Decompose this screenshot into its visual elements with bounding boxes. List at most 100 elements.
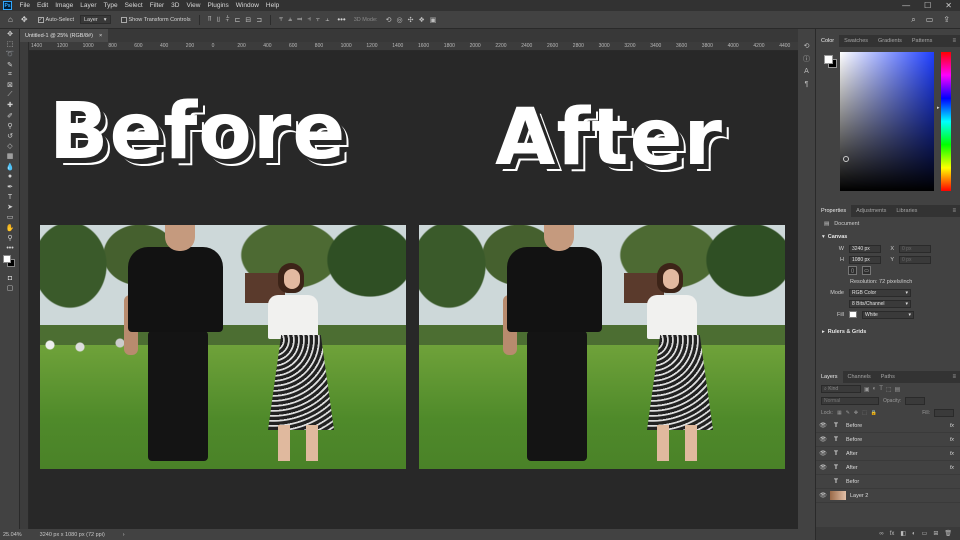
horizontal-ruler[interactable]: 1400 1200 1000 800 600 400 200 0 200 400 600 800 100… (29, 42, 812, 51)
visibility-hidden-icon[interactable]: · (816, 479, 830, 485)
panel-menu-icon[interactable]: ≡ (952, 374, 960, 380)
fill-field[interactable] (934, 409, 954, 417)
status-arrow-icon[interactable]: › (123, 532, 125, 538)
pen-tool-icon[interactable]: ✒ (0, 182, 20, 192)
mode-dropdown[interactable]: RGB Color ▾ (849, 288, 911, 297)
add-mask-icon[interactable]: ◧ (900, 530, 906, 537)
panel-menu-icon[interactable]: ≡ (952, 38, 960, 44)
document-tab[interactable]: Untitled-1 @ 25% (RGB/8#) × (20, 29, 108, 42)
color-picker-marker[interactable] (843, 156, 849, 162)
brush-tool-icon[interactable]: ✐ (0, 111, 20, 121)
stamp-tool-icon[interactable]: ⚲ (0, 121, 20, 131)
3d-slide-icon[interactable]: ❖ (418, 16, 424, 24)
canvas-section-header[interactable]: ▾ Canvas (816, 231, 960, 243)
distribute-top-icon[interactable]: ⫧ (279, 16, 283, 24)
zoom-level[interactable]: 25.04% (3, 532, 22, 538)
opacity-field[interactable] (905, 397, 926, 405)
eyedropper-tool-icon[interactable]: ⟋ (0, 90, 20, 100)
home-icon[interactable]: ⌂ (8, 15, 13, 24)
tab-gradients[interactable]: Gradients (873, 35, 907, 47)
maximize-icon[interactable]: ☐ (924, 1, 931, 10)
tab-layers[interactable]: Layers (816, 371, 843, 383)
hue-slider[interactable] (941, 52, 951, 191)
menu-edit[interactable]: Edit (33, 2, 51, 9)
layer-effects-icon[interactable]: fx (950, 437, 960, 443)
align-left-icon[interactable]: ⊏ (235, 16, 241, 24)
crop-tool-icon[interactable]: ⌗ (0, 70, 20, 80)
transform-controls-checkbox[interactable]: Show Transform Controls (120, 16, 191, 23)
menu-file[interactable]: File (16, 2, 33, 9)
lock-all-icon[interactable]: 🔒 (871, 410, 877, 416)
visibility-eye-icon[interactable]: 👁 (816, 492, 830, 499)
auto-select-checkbox[interactable]: ✓ Auto-Select (37, 16, 74, 23)
fill-color-swatch[interactable] (849, 311, 857, 318)
bit-depth-dropdown[interactable]: 8 Bits/Channel ▾ (849, 299, 911, 308)
more-tools-icon[interactable]: ••• (0, 243, 20, 253)
healing-tool-icon[interactable]: ✚ (0, 100, 20, 110)
layer-row[interactable]: 👁 Layer 2 (816, 489, 960, 503)
layer-row[interactable]: 👁 T After fx (816, 461, 960, 475)
tab-adjustments[interactable]: Adjustments (851, 205, 891, 217)
x-field[interactable]: 0 px (899, 244, 931, 253)
move-tool-icon[interactable]: ✥ (0, 29, 20, 39)
close-icon[interactable]: ✕ (945, 1, 952, 10)
panel-menu-icon[interactable]: ≡ (952, 208, 960, 214)
vertical-ruler[interactable] (20, 42, 29, 529)
3d-orbit-icon[interactable]: ⟲ (386, 16, 392, 24)
layer-effects-icon[interactable]: fx (950, 465, 960, 471)
align-right-icon[interactable]: ⊐ (256, 16, 262, 24)
delete-layer-icon[interactable]: 🗑 (944, 530, 952, 537)
quick-mask-icon[interactable]: ◘ (0, 273, 20, 283)
foreground-color-swatch[interactable] (3, 255, 11, 264)
layer-row[interactable]: 👁 T Before fx (816, 419, 960, 433)
distribute-right-icon[interactable]: ⫠ (325, 16, 329, 24)
visibility-eye-icon[interactable]: 👁 (816, 450, 830, 457)
new-group-icon[interactable]: ▭ (922, 530, 928, 537)
layer-kind-filter[interactable]: ⌕ Kind (821, 385, 861, 393)
menu-type[interactable]: Type (100, 2, 121, 9)
align-middle-icon[interactable]: ⫫ (217, 16, 221, 24)
lock-brush-icon[interactable]: ✎ (846, 410, 850, 416)
filter-smart-object-icon[interactable]: ▤ (895, 386, 901, 393)
type-tool-icon[interactable]: T (0, 192, 20, 202)
align-bottom-icon[interactable]: ⫩ (225, 16, 229, 24)
distribute-middle-icon[interactable]: ⫨ (288, 16, 292, 24)
lock-pixels-icon[interactable]: ▦ (837, 410, 842, 416)
minimize-icon[interactable]: — (902, 1, 910, 10)
blend-mode-dropdown[interactable]: Normal (821, 397, 879, 405)
blur-tool-icon[interactable]: 💧 (0, 161, 20, 171)
layer-effects-icon[interactable]: fx (950, 451, 960, 457)
lasso-tool-icon[interactable]: ➰ (0, 49, 20, 59)
3d-roll-icon[interactable]: ◎ (396, 16, 402, 24)
tab-channels[interactable]: Channels (843, 371, 876, 383)
menu-filter[interactable]: Filter (146, 2, 167, 9)
auto-select-target-dropdown[interactable]: Layer ▾ (79, 15, 111, 24)
share-icon[interactable]: ⇪ (943, 15, 950, 25)
height-field[interactable]: 1080 px (849, 255, 881, 264)
close-tab-icon[interactable]: × (99, 33, 102, 39)
paragraph-panel-icon[interactable]: ¶ (798, 78, 815, 91)
filter-shape-icon[interactable]: ⬚ (886, 386, 892, 393)
tab-swatches[interactable]: Swatches (839, 35, 873, 47)
color-swatches[interactable] (0, 253, 20, 273)
search-icon[interactable]: ⌕ (911, 15, 915, 25)
gradient-tool-icon[interactable]: ▦ (0, 151, 20, 161)
rulers-grids-section-header[interactable]: ▸ Rulers & Grids (816, 326, 960, 338)
menu-3d[interactable]: 3D (168, 2, 183, 9)
screen-mode-icon[interactable]: ▢ (0, 283, 20, 293)
quick-select-tool-icon[interactable]: ✎ (0, 60, 20, 70)
fill-dropdown[interactable]: White ▾ (862, 310, 914, 319)
align-center-icon[interactable]: ⊟ (245, 16, 251, 24)
menu-plugins[interactable]: Plugins (204, 2, 232, 9)
foreground-color-swatch[interactable] (824, 55, 833, 64)
shape-tool-icon[interactable]: ▭ (0, 212, 20, 222)
landscape-orientation-icon[interactable]: ▭ (862, 266, 871, 275)
menu-window[interactable]: Window (232, 2, 262, 9)
menu-select[interactable]: Select (121, 2, 146, 9)
info-panel-icon[interactable]: ⓘ (798, 52, 815, 65)
filter-type-icon[interactable]: T (879, 386, 883, 392)
zoom-tool-icon[interactable]: ⚲ (0, 233, 20, 243)
layer-row[interactable]: · T Befor (816, 475, 960, 489)
layer-row[interactable]: 👁 T Before fx (816, 433, 960, 447)
menu-view[interactable]: View (183, 2, 204, 9)
